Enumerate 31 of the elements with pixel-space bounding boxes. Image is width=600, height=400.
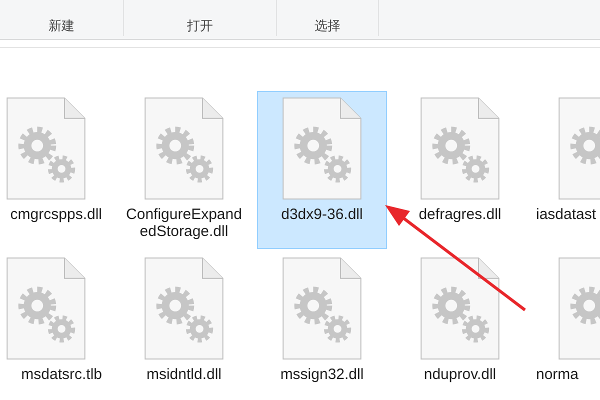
file-name: msidntld.dll xyxy=(146,366,222,383)
file-name: norma xyxy=(536,366,579,383)
dll-file-gears-icon xyxy=(6,257,86,360)
file-name: defragres.dll xyxy=(418,206,502,223)
file-name: mssign32.dll xyxy=(280,366,364,383)
file-item[interactable]: norma xyxy=(533,251,600,400)
dll-file-gears-icon xyxy=(420,257,500,360)
file-item[interactable]: cmgrcspps.dll xyxy=(0,91,111,249)
file-name: msdatsrc.tlb xyxy=(21,366,102,383)
dll-file-gears-icon xyxy=(6,97,86,200)
dll-file-gears-icon xyxy=(420,97,500,200)
dll-file-gears-icon xyxy=(144,97,224,200)
file-item[interactable]: d3dx9-36.dll xyxy=(257,91,387,249)
dll-file-gears-icon xyxy=(282,97,362,200)
dll-file-gears-icon xyxy=(282,257,362,360)
dll-file-gears-icon xyxy=(144,257,224,360)
file-name: iasdatast xyxy=(536,206,596,223)
file-item[interactable]: defragres.dll xyxy=(395,91,525,249)
ribbon-group-label: 新建 xyxy=(48,18,74,34)
file-item[interactable]: ConfigureExpandedStorage.dll xyxy=(119,91,249,249)
file-name: nduprov.dll xyxy=(424,366,496,383)
ribbon-group-label: 选择 xyxy=(314,18,340,34)
file-item[interactable]: msidntld.dll xyxy=(119,251,249,400)
file-name: cmgrcspps.dll xyxy=(10,206,102,223)
file-name: ConfigureExpandedStorage.dll xyxy=(125,206,243,240)
file-item[interactable]: mssign32.dll xyxy=(257,251,387,400)
file-item[interactable]: nduprov.dll xyxy=(395,251,525,400)
file-name: d3dx9-36.dll xyxy=(281,206,363,223)
file-item[interactable]: iasdatast xyxy=(533,91,600,249)
ribbon-group-label: 打开 xyxy=(187,18,213,34)
file-item[interactable]: msdatsrc.tlb xyxy=(0,251,111,400)
